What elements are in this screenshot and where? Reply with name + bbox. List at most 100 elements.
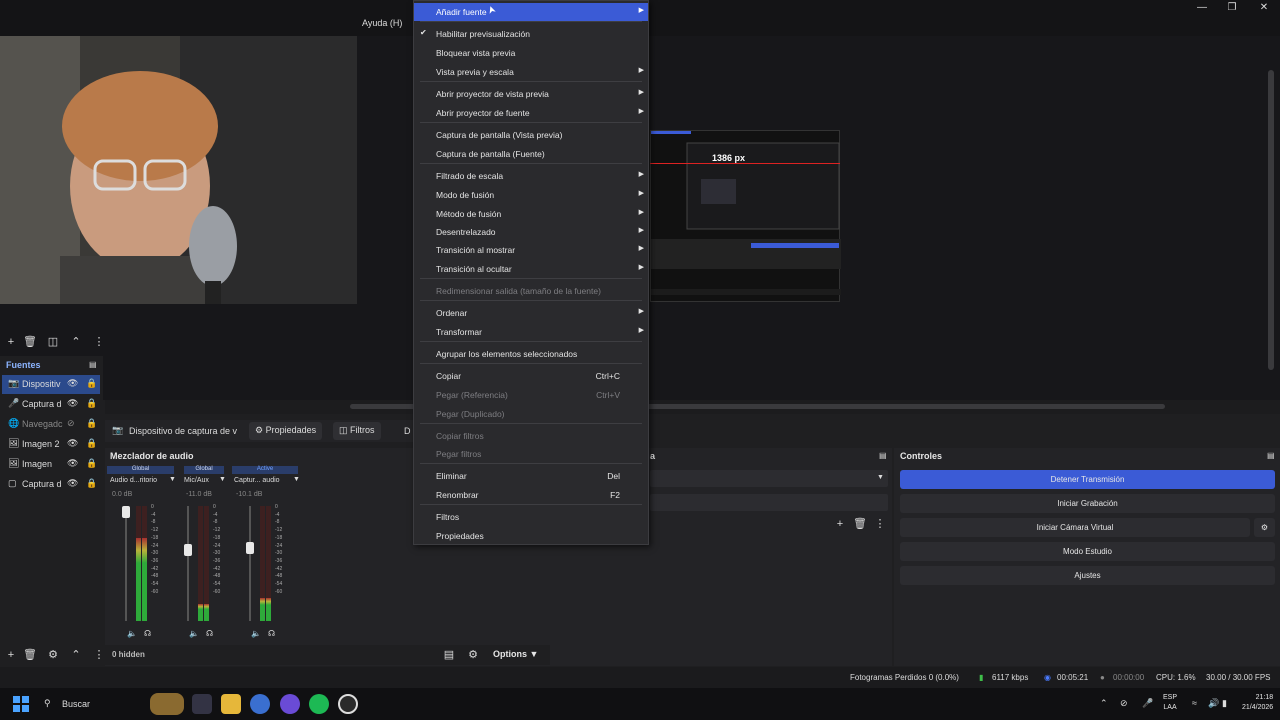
menu-item[interactable]: Bloquear vista previa [414,44,648,62]
lock-icon[interactable]: 🔒 [86,398,97,409]
chrome-icon[interactable] [250,694,270,714]
visibility-icon[interactable]: 👁 [67,378,78,389]
source-item[interactable]: ▢ Captura d 👁 🔒 [2,475,100,494]
delete-scene-icon[interactable]: 🗑 [23,335,37,349]
scene-filters-icon[interactable]: ◫ [46,335,60,349]
settings-button[interactable]: Ajustes [900,566,1275,585]
menu-item[interactable]: Agrupar los elementos seleccionados [414,345,648,363]
menu-item[interactable]: Renombrar F2 [414,486,648,504]
file-explorer-icon[interactable] [221,694,241,714]
lock-icon[interactable]: 🔒 [86,438,97,449]
dock-undock-icon[interactable]: ▤ [879,451,887,460]
lock-icon[interactable]: 🔒 [86,478,97,489]
stop-streaming-button[interactable]: Detener Transmisión [900,470,1275,489]
volume-fader-track[interactable] [187,506,189,621]
speaker-icon[interactable]: 🔈 [251,629,261,638]
visibility-icon[interactable]: 👁 [67,398,78,409]
volume-fader-knob[interactable] [122,506,130,518]
wifi-icon[interactable]: ≈ [1192,698,1197,708]
menu-item[interactable]: ✔ Habilitar previsualización [414,25,648,43]
menu-item[interactable]: Filtrado de escala ▶ [414,167,648,185]
transition-select[interactable] [650,470,888,487]
preview-vertical-scrollbar[interactable] [1268,70,1274,370]
taskbar-search[interactable]: ⚲ Buscar [38,693,188,715]
delete-transition-icon[interactable]: 🗑 [853,517,867,531]
mixer-settings-icon[interactable]: ⚙ [466,648,480,662]
menu-item[interactable]: Captura de pantalla (Vista previa) [414,126,648,144]
source-item[interactable]: 📷 Dispositiv 👁 🔒 [2,375,100,394]
virtual-camera-settings-button[interactable]: ⚙ [1254,518,1275,537]
dock-undock-icon[interactable]: ▤ [89,360,97,369]
menu-item[interactable]: Copiar Ctrl+C [414,367,648,385]
clock[interactable]: 21:18 21/4/2026 [1242,693,1273,713]
menu-item[interactable]: Captura de pantalla (Fuente) [414,145,648,163]
duration-field[interactable] [650,494,888,511]
menu-item[interactable]: Modo de fusión ▶ [414,186,648,204]
volume-icon[interactable]: 🔊 [1208,698,1219,709]
volume-fader-knob[interactable] [246,542,254,554]
menu-item[interactable]: Propiedades [414,527,648,545]
menu-item[interactable]: Abrir proyector de fuente ▶ [414,104,648,122]
options-button[interactable]: Options ▼ [493,649,538,659]
task-view-icon[interactable] [192,694,212,714]
menu-item[interactable]: Transición al mostrar ▶ [414,241,648,259]
tray-chevron-up-icon[interactable]: ⌃ [1100,698,1108,709]
visibility-icon[interactable]: 👁 [67,438,78,449]
network-off-icon[interactable]: ⊘ [1120,698,1128,709]
source-item[interactable]: 🖼 Imagen 👁 🔒 [2,455,100,474]
filters-button[interactable]: ◫ Filtros [333,422,381,440]
delete-source-icon[interactable]: 🗑 [23,648,37,662]
windows-start-icon[interactable] [12,695,30,713]
menu-item[interactable]: Ordenar ▶ [414,304,648,322]
chevron-down-icon[interactable]: ▼ [169,476,176,483]
add-transition-icon[interactable]: + [833,517,847,531]
source-item[interactable]: 🖼 Imagen 2 👁 🔒 [2,435,100,454]
menu-item[interactable]: Añadir fuente ▶ [414,3,648,21]
battery-icon[interactable]: ▮ [1222,698,1227,709]
move-up-icon[interactable]: ⌃ [69,648,83,662]
spotify-icon[interactable] [309,694,329,714]
menu-item[interactable]: Transformar ▶ [414,323,648,341]
dock-undock-icon[interactable]: ▤ [1267,451,1275,460]
maximize-icon[interactable]: ❐ [1222,2,1242,14]
chevron-down-icon[interactable]: ▼ [293,476,300,483]
menu-item[interactable]: Vista previa y escala ▶ [414,63,648,81]
minimize-icon[interactable]: — [1192,2,1212,14]
chevron-down-icon[interactable]: ▼ [219,476,226,483]
source-item[interactable]: 🎤 Captura d 👁 🔒 [2,395,100,414]
more-tab[interactable]: D [404,426,411,436]
microphone-icon[interactable]: 🎤 [1142,698,1153,709]
move-up-icon[interactable]: ⌃ [69,335,83,349]
source-item[interactable]: 🌐 Navegadc ⊘ 🔒 [2,415,100,434]
obs-icon[interactable] [338,694,358,714]
lock-icon[interactable]: 🔒 [86,418,97,429]
properties-button[interactable]: ⚙ Propiedades [249,422,323,440]
add-source-icon[interactable]: + [4,648,18,662]
menu-item[interactable]: Transición al ocultar ▶ [414,260,648,278]
hidden-icon[interactable]: ⊘ [67,418,75,429]
more-icon[interactable]: ⋮ [92,648,106,662]
start-virtual-camera-button[interactable]: Iniciar Cámara Virtual [900,518,1250,537]
more-icon[interactable]: ⋮ [873,517,887,531]
headphones-icon[interactable]: ☊ [206,629,213,638]
headphones-icon[interactable]: ☊ [268,629,275,638]
layout-icon[interactable]: ▤ [442,648,456,662]
volume-fader-knob[interactable] [184,544,192,556]
headphones-icon[interactable]: ☊ [144,629,151,638]
gear-icon[interactable]: ⚙ [46,648,60,662]
lock-icon[interactable]: 🔒 [86,458,97,469]
volume-fader-track[interactable] [249,506,251,621]
speaker-icon[interactable]: 🔈 [127,629,137,638]
speaker-icon[interactable]: 🔈 [189,629,199,638]
menu-item[interactable]: Desentrelazado ▶ [414,223,648,241]
menu-item[interactable]: Abrir proyector de vista previa ▶ [414,85,648,103]
discord-icon[interactable] [280,694,300,714]
webcam-feed[interactable] [0,36,357,304]
menu-item[interactable]: Filtros [414,508,648,526]
more-icon[interactable]: ⋮ [92,335,106,349]
start-recording-button[interactable]: Iniciar Grabación [900,494,1275,513]
add-scene-icon[interactable]: + [4,335,18,349]
lock-icon[interactable]: 🔒 [86,378,97,389]
menu-help[interactable]: Ayuda (H) [362,18,402,28]
menu-item[interactable]: Eliminar Del [414,467,648,485]
